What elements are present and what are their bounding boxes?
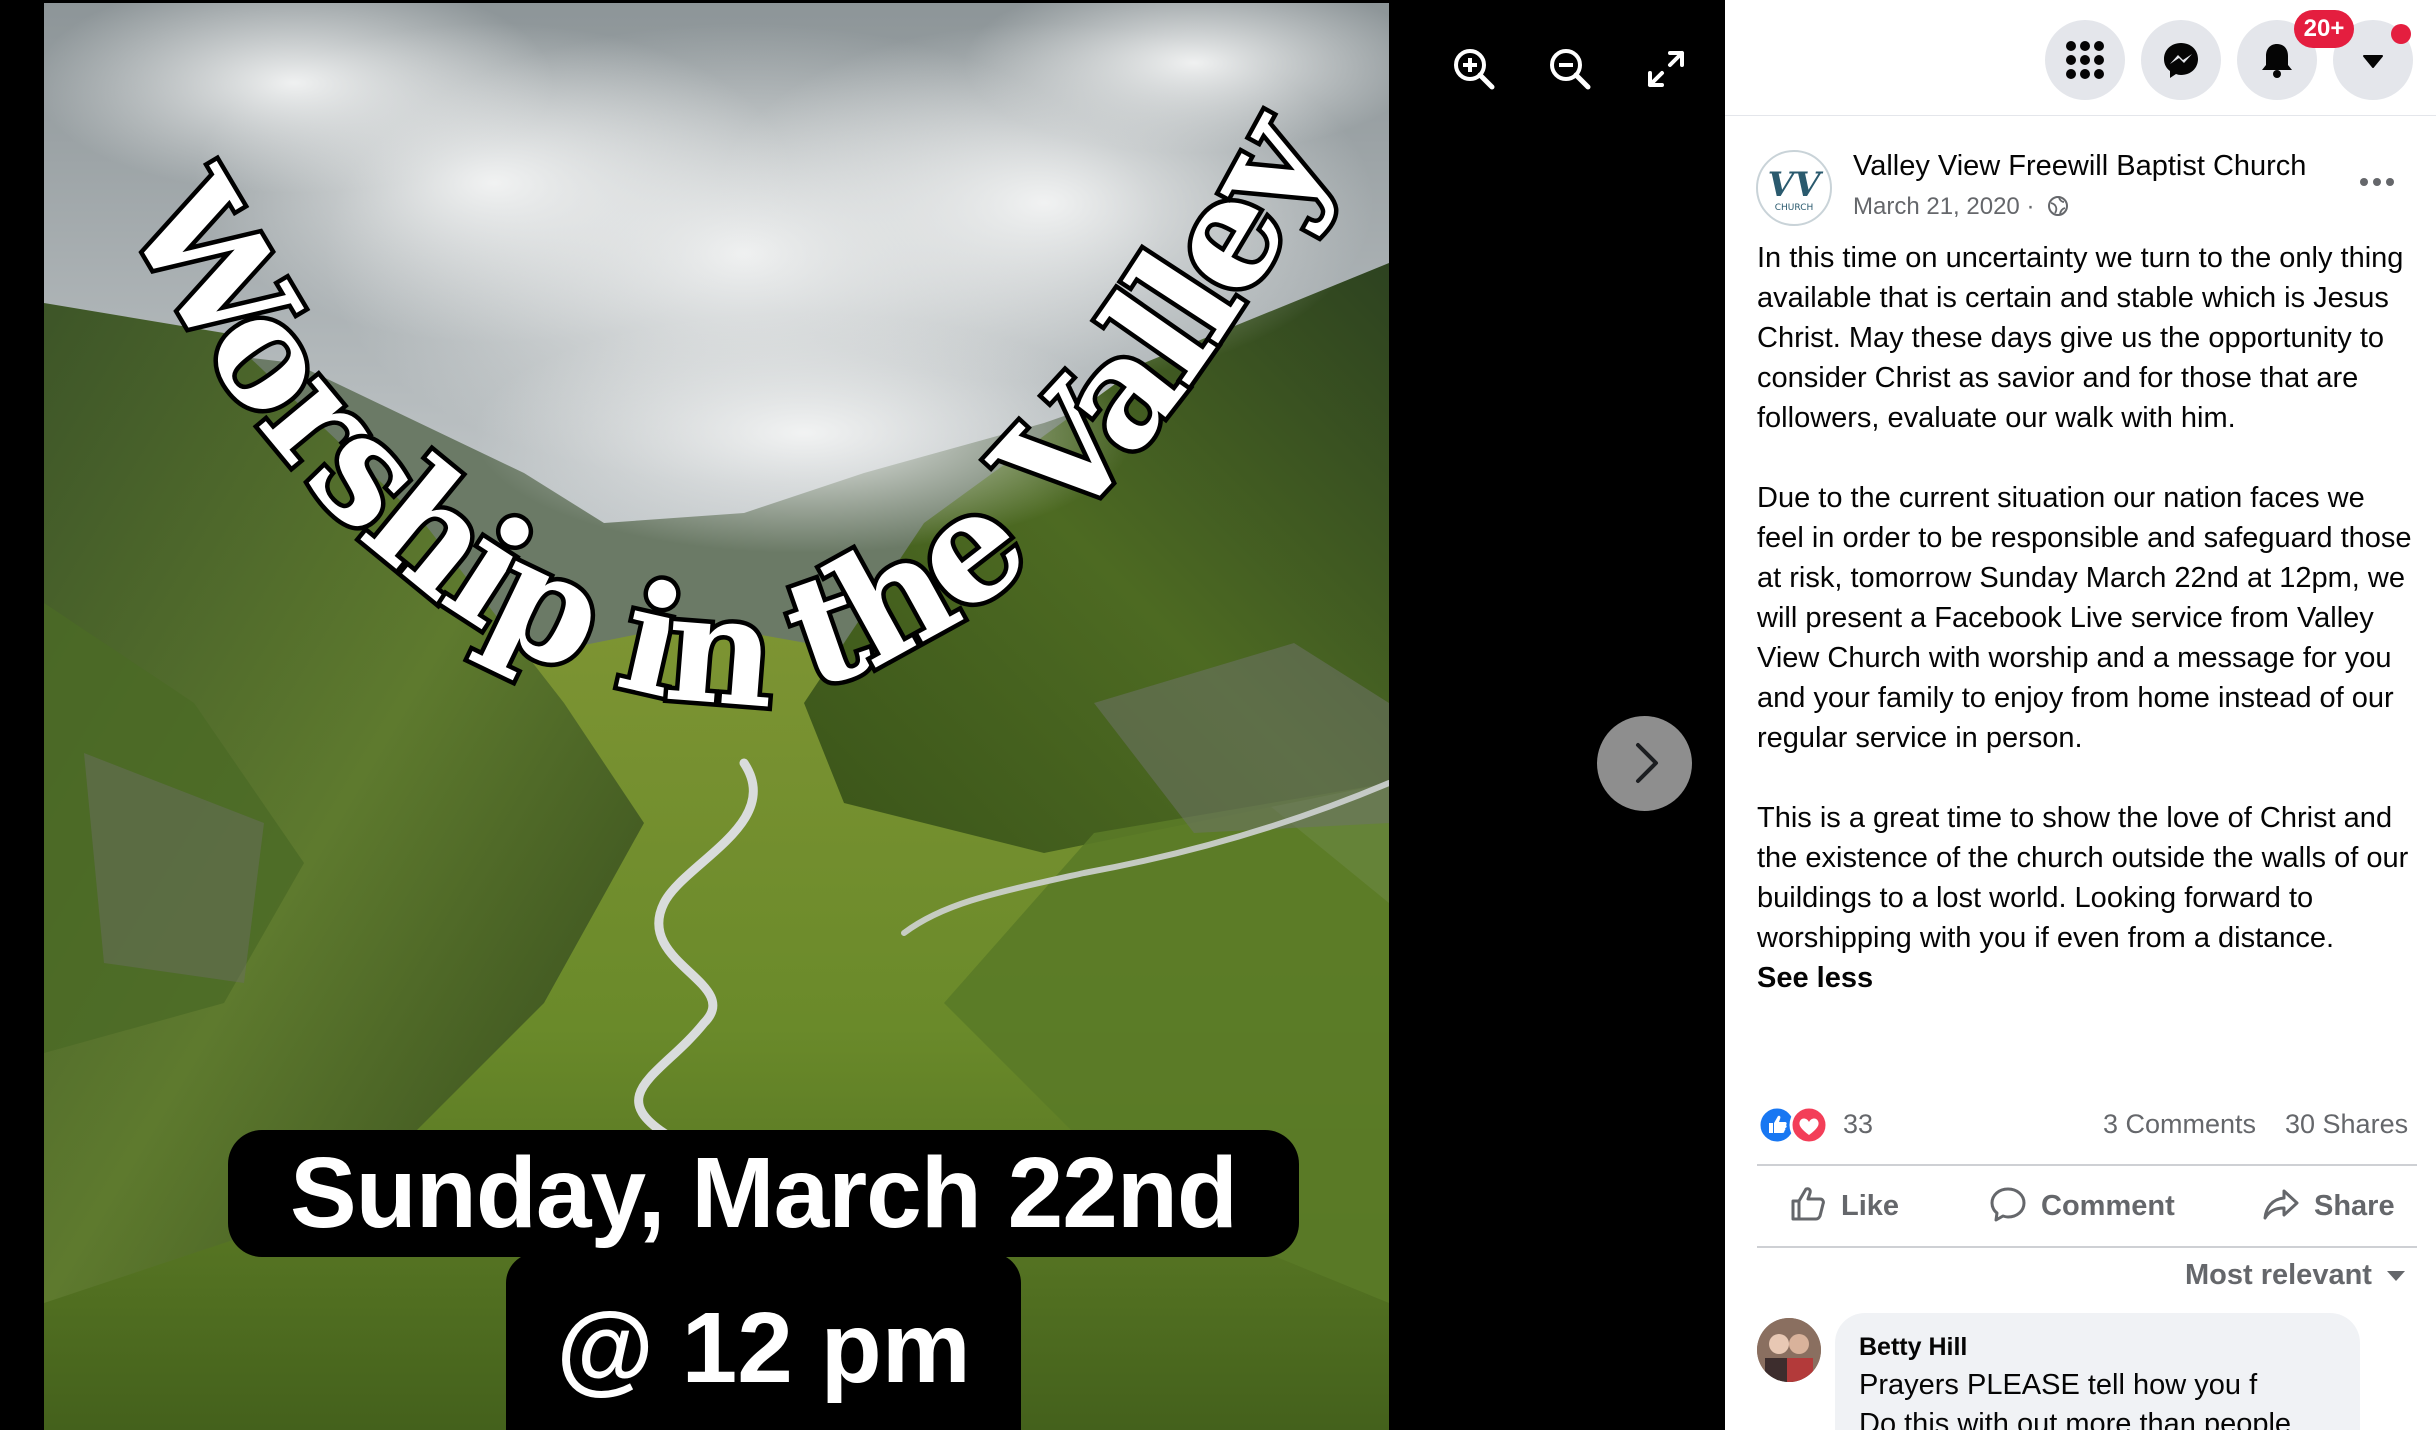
menu-grid-icon — [2066, 41, 2104, 79]
headline-text: Worship in the Valley — [87, 77, 1375, 747]
photo-headline: Worship in the Valley — [87, 77, 1375, 747]
event-date-label: Sunday, March 22nd — [228, 1130, 1299, 1257]
bell-icon — [2262, 44, 2292, 78]
shares-count-link[interactable]: 30 Shares — [2285, 1109, 2408, 1140]
comments-count-link[interactable]: 3 Comments — [2103, 1109, 2256, 1140]
divider — [1757, 1246, 2417, 1248]
share-button[interactable]: Share — [2262, 1185, 2395, 1237]
thumbs-up-icon — [1791, 1187, 1825, 1221]
comment-author-link[interactable]: Betty Hill — [1859, 1333, 1967, 1362]
reaction-icons[interactable] — [1757, 1105, 1837, 1145]
messenger-button[interactable] — [2141, 20, 2221, 100]
comment-button[interactable]: Comment — [1989, 1185, 2175, 1237]
photo-viewer: Worship in the Valley Sunday, March 22nd… — [0, 0, 1725, 1430]
post-side-panel: VV CHURCH Valley View Freewill Baptist C… — [1725, 0, 2436, 1430]
event-time-label: @ 12 pm — [506, 1253, 1021, 1430]
account-alert-dot — [2391, 24, 2411, 44]
comment-bubble: Betty Hill Prayers PLEASE tell how you f… — [1835, 1313, 2360, 1430]
love-reaction-icon — [1789, 1105, 1829, 1145]
caret-down-icon — [2363, 55, 2383, 68]
notification-count-badge: 20+ — [2294, 10, 2354, 48]
like-button[interactable]: Like — [1789, 1185, 1899, 1237]
comment-icon — [1990, 1187, 2026, 1222]
page-name-link[interactable]: Valley View Freewill Baptist Church — [1853, 150, 2306, 183]
globe-icon — [2047, 195, 2069, 224]
menu-button[interactable] — [2045, 20, 2125, 100]
caret-down-icon — [2386, 1271, 2405, 1281]
zoom-out-icon[interactable] — [1546, 45, 1594, 93]
fullscreen-icon[interactable] — [1642, 45, 1690, 93]
share-arrow-icon — [2263, 1189, 2299, 1220]
comment-sort-dropdown[interactable]: Most relevant — [2185, 1259, 2406, 1292]
post-photo: Worship in the Valley Sunday, March 22nd… — [44, 3, 1389, 1430]
comment-text: Prayers PLEASE tell how you f Do this wi… — [1859, 1369, 2292, 1430]
svg-text:VV: VV — [1768, 165, 1824, 205]
post-meta: March 21, 2020 · — [1853, 193, 2069, 224]
reaction-count[interactable]: 33 — [1843, 1109, 1873, 1140]
zoom-in-icon[interactable] — [1450, 45, 1498, 93]
page-avatar[interactable]: VV CHURCH — [1756, 150, 1832, 226]
svg-text:CHURCH: CHURCH — [1775, 203, 1814, 213]
post-paragraph: Due to the current situation our nation … — [1757, 482, 2412, 754]
post-paragraph: In this time on uncertainty we turn to t… — [1757, 242, 2404, 434]
post-paragraph: This is a great time to show the love of… — [1757, 802, 2409, 954]
next-photo-button[interactable] — [1597, 716, 1692, 811]
see-less-link[interactable]: See less — [1757, 958, 2417, 998]
post-date[interactable]: March 21, 2020 — [1853, 193, 2020, 220]
messenger-icon — [2164, 43, 2198, 78]
chevron-right-icon — [1636, 743, 1658, 783]
more-options-icon[interactable] — [2355, 170, 2399, 194]
divider — [1757, 1164, 2417, 1166]
commenter-avatar[interactable] — [1757, 1318, 1821, 1382]
svg-text:Worship in the Valley: Worship in the Valley — [91, 81, 1364, 742]
post-text: In this time on uncertainty we turn to t… — [1757, 238, 2417, 998]
